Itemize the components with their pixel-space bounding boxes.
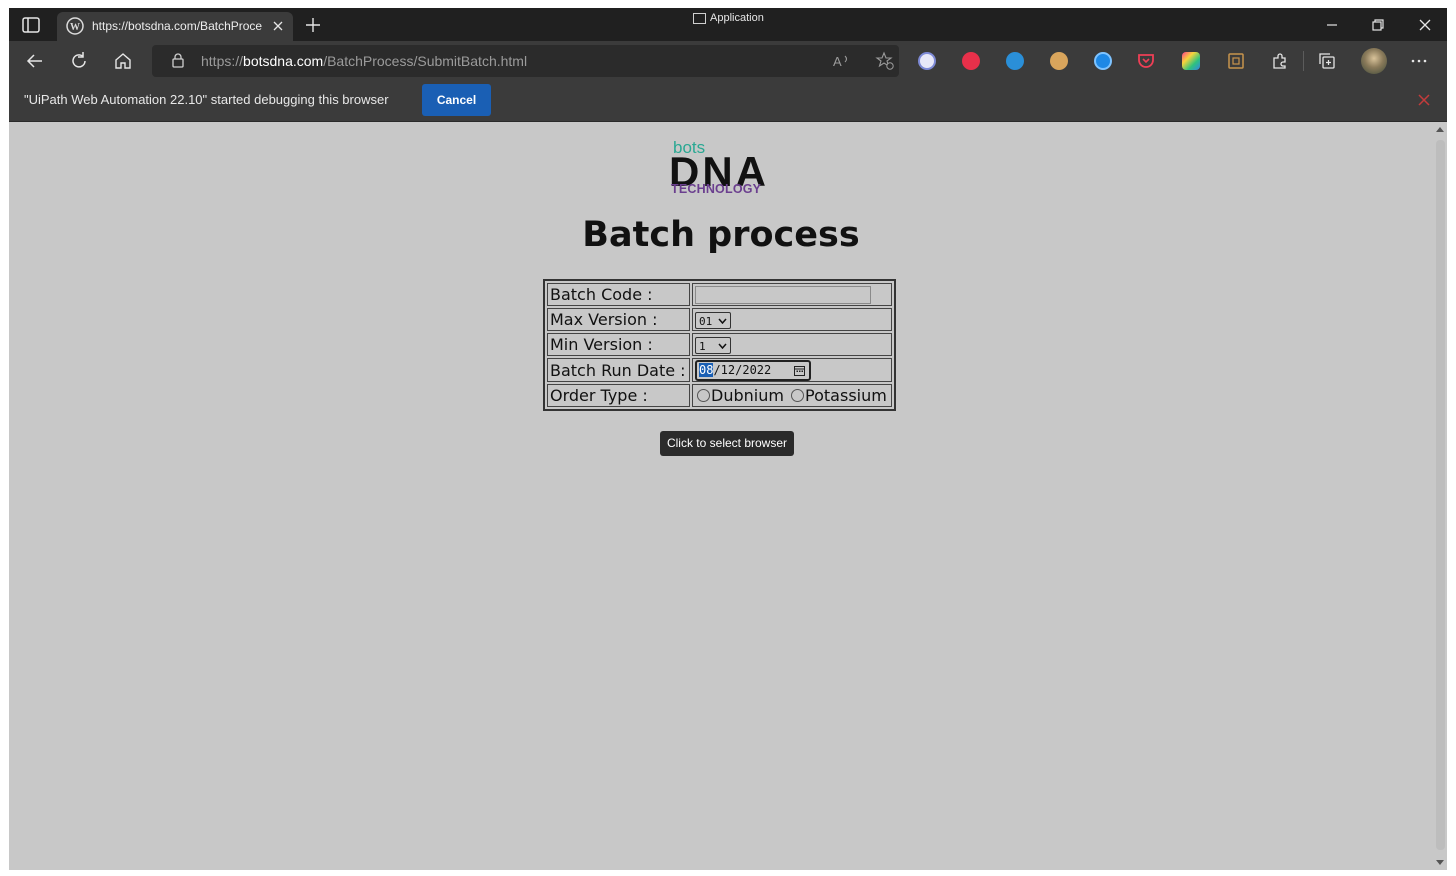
browser-window: W https://botsdna.com/BatchProce Applica… [9,8,1447,870]
back-icon[interactable] [23,49,47,73]
scrollbar-thumb[interactable] [1436,140,1445,850]
max-version-select[interactable]: 01 [695,312,731,329]
restore-icon[interactable] [1367,14,1389,36]
page-title: Batch process [582,215,860,255]
toolbar-separator [1303,51,1304,71]
tab-close-icon[interactable] [270,18,286,34]
extension-icon-5[interactable] [1094,52,1112,70]
application-label: Application [693,11,764,25]
min-version-select[interactable]: 1 [695,337,731,354]
vertical-scrollbar[interactable] [1433,122,1447,870]
scroll-up-icon[interactable] [1436,126,1444,132]
batch-code-row: Batch Code : [547,283,892,306]
extension-icon-4[interactable] [1050,52,1068,70]
new-tab-icon[interactable] [303,15,323,35]
url-path: /BatchProcess/SubmitBatch.html [323,53,528,69]
pocket-icon[interactable] [1136,51,1156,71]
batch-run-date-input[interactable]: 08/12/2022 [695,360,811,381]
extension-icon-7[interactable] [1182,52,1200,70]
botsdna-logo: bots DNA TECHNOLOGY [669,138,769,202]
calendar-icon[interactable] [794,365,805,376]
address-bar[interactable]: https://botsdna.com/BatchProcess/SubmitB… [152,45,899,77]
home-icon[interactable] [111,49,135,73]
extension-icon-1[interactable] [918,52,936,70]
read-aloud-icon[interactable]: A [830,50,852,72]
max-version-cell: 01 [692,308,892,331]
batch-code-input[interactable] [695,286,871,305]
max-version-label: Max Version : [547,308,690,331]
logo-technology-text: TECHNOLOGY [671,182,762,196]
tab-title: https://botsdna.com/BatchProce [92,19,263,33]
extension-icon-2[interactable] [962,52,980,70]
tab-actions-icon[interactable] [19,15,43,35]
batch-form-table: Batch Code : Max Version : 01 Min Versio… [543,279,896,411]
extensions-puzzle-icon[interactable] [1269,50,1291,72]
application-label-text: Application [710,12,764,24]
max-version-row: Max Version : 01 [547,308,892,331]
browser-toolbar: https://botsdna.com/BatchProcess/SubmitB… [9,41,1447,81]
min-version-value: 1 [699,340,706,353]
url-text: https://botsdna.com/BatchProcess/SubmitB… [201,53,527,69]
order-type-cell: Dubnium Potassium [692,384,892,407]
url-scheme: https:// [201,53,244,69]
date-month-segment[interactable]: 08 [699,363,714,377]
application-window-icon [693,12,706,24]
potassium-radio[interactable] [791,389,805,402]
extension-icon-3[interactable] [1006,52,1024,70]
min-version-cell: 1 [692,333,892,356]
scroll-down-icon[interactable] [1436,860,1444,866]
add-favorite-icon[interactable] [874,50,896,72]
debugging-message: "UiPath Web Automation 22.10" started de… [24,92,389,107]
min-version-label: Min Version : [547,333,690,356]
chevron-down-icon [718,318,727,324]
infobar-close-icon[interactable] [1416,92,1432,108]
potassium-label: Potassium [805,386,887,405]
select-browser-tooltip: Click to select browser [660,431,794,456]
cancel-button[interactable]: Cancel [422,84,491,116]
chevron-down-icon [718,343,727,349]
batch-code-cell [692,283,892,306]
batch-run-date-cell: 08/12/2022 [692,358,892,382]
min-version-row: Min Version : 1 [547,333,892,356]
page-content: bots DNA TECHNOLOGY Batch process Batch … [9,122,1433,870]
screenshot-icon[interactable] [1225,50,1247,72]
close-window-icon[interactable] [1414,14,1436,36]
batch-run-date-label: Batch Run Date : [547,358,690,382]
batch-code-label: Batch Code : [547,283,690,306]
order-type-label: Order Type : [547,384,690,407]
order-type-row: Order Type : Dubnium Potassium [547,384,892,407]
more-options-icon[interactable] [1408,50,1430,72]
dubnium-label: Dubnium [711,386,784,405]
wordpress-icon: W [66,17,84,35]
date-rest-segment[interactable]: /12/2022 [713,363,771,377]
title-bar: W https://botsdna.com/BatchProce Applica… [9,8,1447,41]
minimize-icon[interactable] [1321,14,1343,36]
url-host: botsdna.com [243,53,324,69]
collections-icon[interactable] [1316,50,1338,72]
debugging-infobar: "UiPath Web Automation 22.10" started de… [9,81,1447,122]
svg-text:W: W [70,22,80,33]
profile-avatar[interactable] [1361,48,1387,74]
dubnium-radio[interactable] [697,389,710,402]
lock-icon[interactable] [168,50,188,70]
refresh-icon[interactable] [67,49,91,73]
max-version-value: 01 [699,315,713,328]
batch-run-date-row: Batch Run Date : 08/12/2022 [547,358,892,382]
svg-text:A: A [833,54,842,69]
browser-tab[interactable]: W https://botsdna.com/BatchProce [57,12,293,41]
